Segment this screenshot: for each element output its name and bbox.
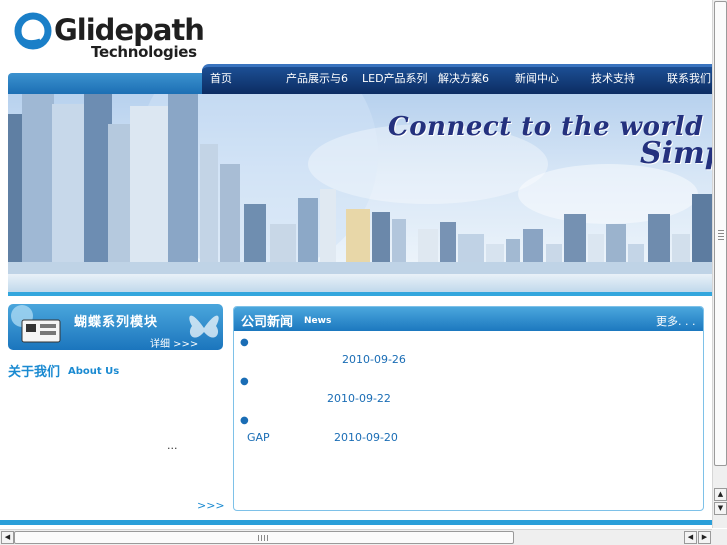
news-title: 公司新闻: [241, 315, 294, 330]
scroll-grip: [267, 535, 268, 541]
scroll-grip: [718, 239, 724, 240]
banner-divider: [8, 292, 712, 296]
news-item-date: 2010-09-26: [342, 353, 406, 366]
news-bullet-icon: ●: [240, 415, 249, 426]
news-item-date: 2010-09-22: [327, 392, 391, 405]
about-ellipsis: ...: [167, 439, 178, 452]
nav-item-products[interactable]: 产品展示与6: [286, 71, 348, 91]
news-more-link[interactable]: 更多. . .: [656, 313, 695, 329]
news-item-date: 2010-09-20: [334, 431, 398, 444]
logo-subtitle: Technologies: [91, 43, 197, 61]
nav-item-news[interactable]: 新闻中心: [515, 71, 559, 91]
logo-name: Glidepath: [54, 13, 205, 47]
about-title: 关于我们: [8, 365, 61, 380]
nav-item-solutions[interactable]: 解决方案6: [438, 71, 489, 91]
hero-banner: Connect to the world Simp: [8, 94, 712, 274]
nav-item-support[interactable]: 技术支持: [591, 71, 635, 91]
page: Glidepath Technologies 首页 产品展示与6 LED产品系列…: [0, 0, 727, 545]
about-title-en: About Us: [68, 366, 120, 377]
nav-left-tab: [8, 73, 202, 94]
scroll-right-icon[interactable]: ▶: [698, 531, 711, 544]
scroll-grip: [718, 236, 724, 237]
news-item-title[interactable]: GAP: [247, 431, 270, 444]
about-more-link[interactable]: >>>: [197, 499, 225, 512]
scroll-grip: [718, 230, 724, 231]
scrollbar-corner: [712, 529, 727, 545]
news-title-en: News: [304, 316, 332, 326]
scroll-grip: [258, 535, 259, 541]
footer-divider: [0, 520, 712, 525]
horizontal-scroll-thumb[interactable]: [14, 531, 514, 544]
promo-title: 蝴蝶系列模块: [74, 315, 159, 330]
news-panel: 公司新闻 News 更多. . . ● 2010-09-26 ● 2010-09…: [233, 306, 704, 511]
scroll-grip: [718, 233, 724, 234]
scroll-grip: [261, 535, 262, 541]
news-bullet-icon: ●: [240, 337, 249, 348]
banner-band: [8, 274, 712, 294]
promo-card[interactable]: 蝴蝶系列模块 详细 >>>: [8, 304, 223, 350]
vertical-scrollbar[interactable]: ▲ ▼: [712, 0, 727, 528]
scroll-left-icon[interactable]: ◀: [1, 531, 14, 544]
vertical-scroll-thumb[interactable]: [714, 1, 727, 466]
nav-item-contact[interactable]: 联系我们: [667, 71, 711, 91]
module-device-icon: [11, 305, 61, 343]
scroll-left-icon[interactable]: ◀: [684, 531, 697, 544]
news-bullet-icon: ●: [240, 376, 249, 387]
nav-item-led[interactable]: LED产品系列: [362, 71, 428, 91]
scroll-down-icon[interactable]: ▼: [714, 502, 727, 515]
scroll-grip: [264, 535, 265, 541]
horizontal-scrollbar[interactable]: ◀ ◀ ▶: [0, 529, 712, 545]
promo-more-link[interactable]: 详细 >>>: [150, 335, 198, 350]
banner-slogan-line2: Simp: [640, 136, 712, 171]
logo-ring-icon: [14, 12, 52, 50]
nav-item-home[interactable]: 首页: [210, 71, 232, 91]
scroll-up-icon[interactable]: ▲: [714, 488, 727, 501]
news-header: 公司新闻 News 更多. . .: [234, 307, 703, 331]
main-nav: 首页 产品展示与6 LED产品系列 解决方案6 新闻中心 技术支持 联系我们: [202, 64, 712, 94]
logo[interactable]: Glidepath Technologies: [14, 10, 205, 64]
